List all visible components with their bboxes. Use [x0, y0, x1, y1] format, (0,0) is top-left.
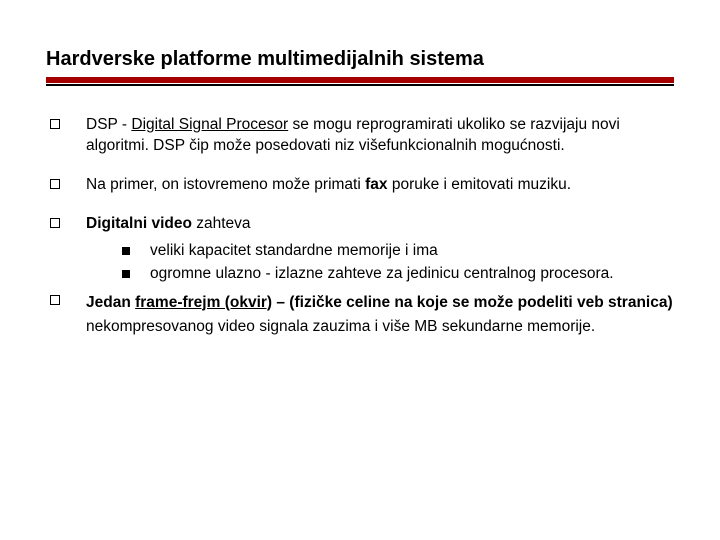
item-text: DSP - Digital Signal Procesor se mogu re… — [86, 115, 674, 157]
list-item: Jedan frame-frejm (okvir) – (fizičke cel… — [50, 291, 674, 341]
text-run: zahteva — [192, 215, 251, 232]
title-block: Hardverske platforme multimedijalnih sis… — [46, 48, 674, 87]
sublist-item: veliki kapacitet standardne memorije i i… — [122, 241, 674, 262]
text-run: DSP - — [86, 116, 131, 133]
square-bullet-icon — [50, 179, 60, 189]
list-item: Digitalni video zahteva veliki kapacitet… — [50, 214, 674, 287]
text-run: Na primer, on istovremeno može primati — [86, 176, 365, 193]
item-text: Na primer, on istovremeno može primati f… — [86, 175, 674, 196]
sublist: veliki kapacitet standardne memorije i i… — [86, 241, 674, 285]
square-bullet-icon — [50, 119, 60, 129]
solid-square-bullet-icon — [122, 270, 130, 278]
slide-title: Hardverske platforme multimedijalnih sis… — [46, 48, 674, 71]
bold-text: Digitalni video — [86, 215, 192, 232]
bold-text: – (fizičke celine na koje se može podeli… — [272, 294, 673, 311]
list-item: Na primer, on istovremeno može primati f… — [50, 175, 674, 196]
underlined-text: Digital Signal Procesor — [131, 116, 288, 133]
sublist-item: ogromne ulazno - izlazne zahteve za jedi… — [122, 264, 674, 285]
bold-text: Jedan — [86, 294, 135, 311]
text-run: veliki kapacitet standardne memorije i i… — [150, 241, 438, 262]
bold-text: fax — [365, 176, 387, 193]
item-text: Jedan frame-frejm (okvir) – (fizičke cel… — [86, 291, 674, 341]
item-text: Digitalni video zahteva veliki kapacitet… — [86, 214, 674, 287]
slide: Hardverske platforme multimedijalnih sis… — [0, 0, 720, 388]
square-bullet-icon — [50, 218, 60, 228]
bold-underlined-text: frame-frejm (okvir) — [135, 294, 272, 311]
title-rule — [46, 77, 674, 87]
text-run: poruke i emitovati muziku. — [388, 176, 572, 193]
content-area: DSP - Digital Signal Procesor se mogu re… — [46, 115, 674, 340]
text-run: ogromne ulazno - izlazne zahteve za jedi… — [150, 264, 614, 285]
square-bullet-icon — [50, 295, 60, 305]
solid-square-bullet-icon — [122, 247, 130, 255]
list-item: DSP - Digital Signal Procesor se mogu re… — [50, 115, 674, 157]
text-run: nekompresovanog video signala zauzima i … — [86, 318, 595, 335]
